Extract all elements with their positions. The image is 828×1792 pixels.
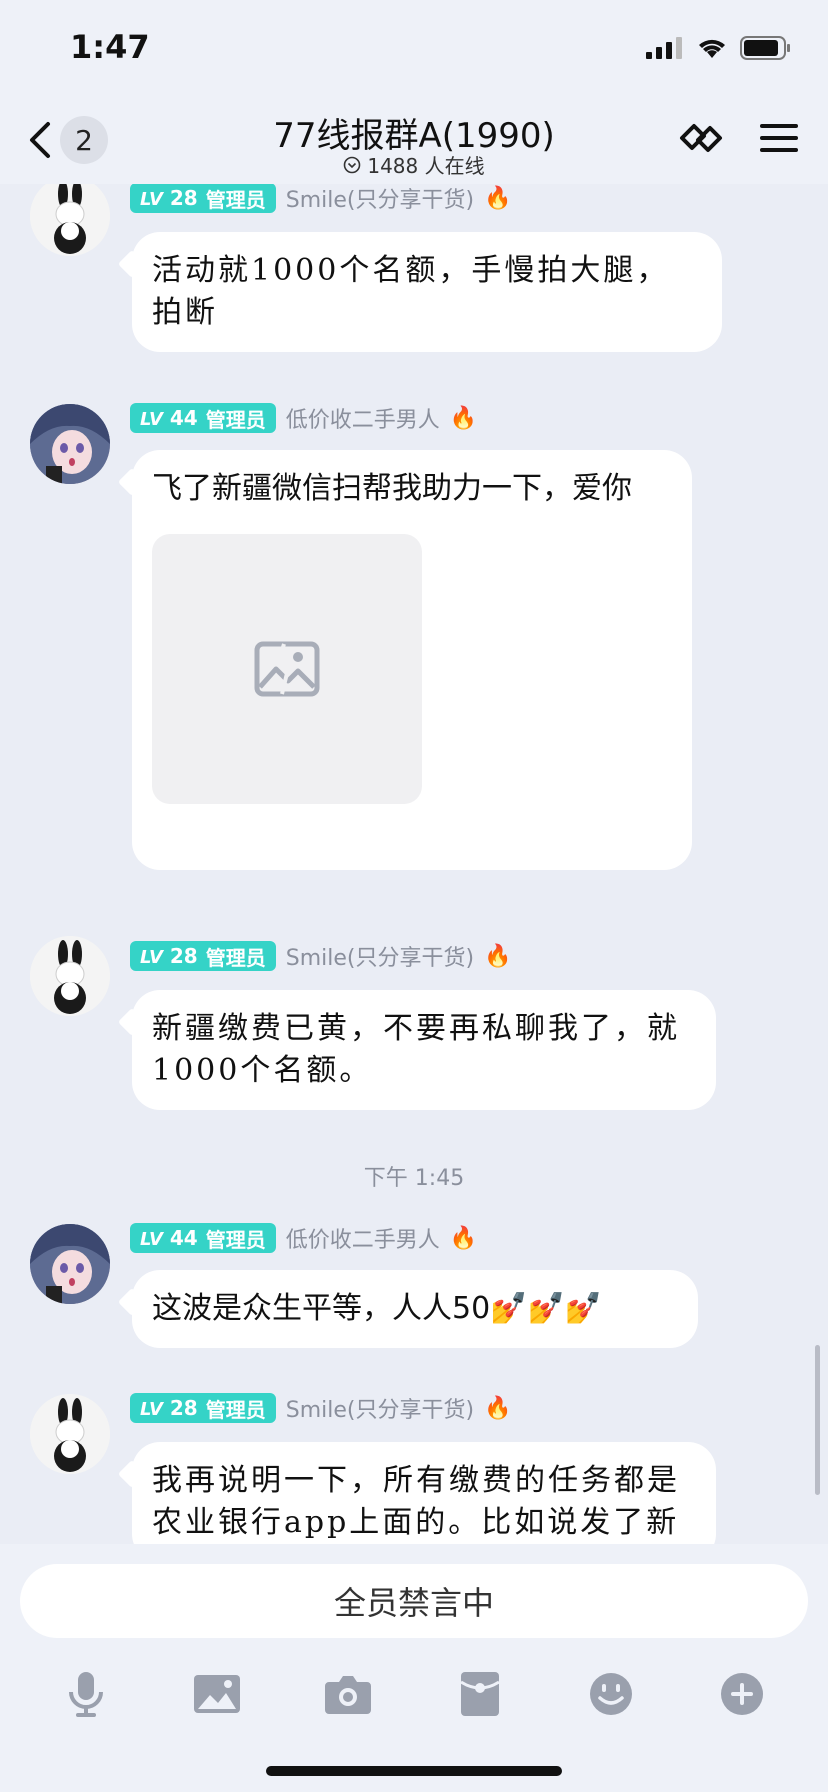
message-meta: LV 44 管理员 低价收二手男人 🔥 — [130, 402, 477, 434]
message-bubble[interactable]: 飞了新疆微信扫帮我助力一下，爱你 — [117, 450, 692, 870]
chat-header: 2 77线报群A(1990) 1488 人在线 — [0, 100, 828, 184]
redpacket-icon[interactable] — [455, 1669, 505, 1719]
role-label: 管理员 — [205, 407, 266, 432]
rabbit-avatar-image — [30, 936, 110, 1016]
level-badge: LV 28 管理员 — [130, 1393, 276, 1423]
fire-icon: 🔥 — [484, 1395, 512, 1421]
message-meta: LV 28 管理员 Smile(只分享干货) 🔥 — [130, 184, 511, 214]
role-label: 管理员 — [205, 187, 266, 212]
plus-icon[interactable] — [717, 1669, 767, 1719]
fire-icon: 🔥 — [484, 943, 512, 969]
camera-icon[interactable] — [323, 1669, 373, 1719]
rabbit-avatar-image — [30, 1394, 110, 1474]
sender-name[interactable]: Smile(只分享干货) — [286, 184, 474, 214]
menu-icon[interactable] — [760, 122, 798, 154]
message-text: 新疆缴费已黄，不要再私聊我了，就1000个名额。 — [152, 1011, 680, 1088]
sender-name[interactable]: 低价收二手男人 — [286, 402, 440, 434]
level-badge: LV 44 管理员 — [130, 1223, 276, 1253]
muted-input-bar: 全员禁言中 — [20, 1564, 808, 1638]
microphone-icon[interactable] — [61, 1669, 111, 1719]
image-icon[interactable] — [192, 1669, 242, 1719]
status-icons — [646, 36, 792, 60]
link-icon[interactable] — [678, 118, 724, 158]
input-toolbar — [0, 1654, 828, 1734]
rabbit-avatar-image — [30, 184, 110, 256]
level-badge: LV 28 管理员 — [130, 184, 276, 213]
sender-name[interactable]: 低价收二手男人 — [286, 1222, 440, 1254]
avatar[interactable] — [30, 1394, 110, 1474]
scrollbar[interactable] — [815, 1345, 820, 1495]
battery-icon — [740, 36, 790, 60]
avatar[interactable] — [30, 1224, 110, 1304]
anime-girl-avatar-image — [30, 404, 110, 484]
message-text: 这波是众生平等，人人50💅💅💅 — [152, 1291, 603, 1326]
home-indicator — [266, 1766, 562, 1776]
status-time: 1:47 — [70, 28, 150, 66]
emoji-icon[interactable] — [586, 1669, 636, 1719]
image-placeholder[interactable] — [152, 534, 422, 804]
role-label: 管理员 — [205, 1397, 266, 1422]
fire-icon: 🔥 — [449, 1225, 478, 1251]
message-text: 飞了新疆微信扫帮我助力一下，爱你 — [152, 471, 632, 506]
avatar[interactable] — [30, 404, 110, 484]
timestamp-divider: 下午 1:45 — [363, 1166, 465, 1191]
sender-name[interactable]: Smile(只分享干货) — [286, 1392, 474, 1424]
message-text: 活动就1000个名额，手慢拍大腿，拍断 — [152, 253, 670, 330]
input-area: 全员禁言中 — [0, 1544, 828, 1792]
wifi-icon — [699, 39, 725, 58]
online-count: 1488 人在线 — [367, 154, 485, 178]
signal-icon — [646, 37, 682, 59]
anime-girl-avatar-image — [30, 1224, 110, 1304]
message-bubble[interactable]: 我再说明一下，所有缴费的任务都是农业银行app上面的。比如说发了新 — [117, 1442, 716, 1544]
message-bubble[interactable]: 活动就1000个名额，手慢拍大腿，拍断 — [117, 232, 722, 352]
role-label: 管理员 — [205, 1227, 266, 1252]
message-meta: LV 44 管理员 低价收二手男人 🔥 — [130, 1222, 477, 1254]
level-badge: LV 28 管理员 — [130, 941, 276, 971]
level-badge: LV 44 管理员 — [130, 403, 276, 433]
fire-icon: 🔥 — [484, 185, 512, 211]
header-actions — [678, 118, 798, 158]
chevron-down-circle-icon — [344, 156, 361, 173]
fire-icon: 🔥 — [449, 405, 478, 431]
message-meta: LV 28 管理员 Smile(只分享干货) 🔥 — [130, 1392, 511, 1424]
message-bubble[interactable]: 这波是众生平等，人人50💅💅💅 — [117, 1270, 698, 1348]
status-bar: 1:47 — [0, 0, 828, 100]
message-meta: LV 28 管理员 Smile(只分享干货) 🔥 — [130, 940, 511, 972]
message-text: 我再说明一下，所有缴费的任务都是农业银行app上面的。比如说发了新 — [152, 1463, 680, 1540]
avatar[interactable] — [30, 936, 110, 1016]
broken-image-icon — [254, 641, 320, 697]
avatar[interactable] — [30, 184, 110, 256]
role-label: 管理员 — [205, 945, 266, 970]
message-bubble[interactable]: 新疆缴费已黄，不要再私聊我了，就1000个名额。 — [117, 990, 716, 1110]
sender-name[interactable]: Smile(只分享干货) — [286, 940, 474, 972]
chat-message-list[interactable]: LV 28 管理员 Smile(只分享干货) 🔥 活动就1000个名额，手慢拍大… — [0, 184, 828, 1544]
